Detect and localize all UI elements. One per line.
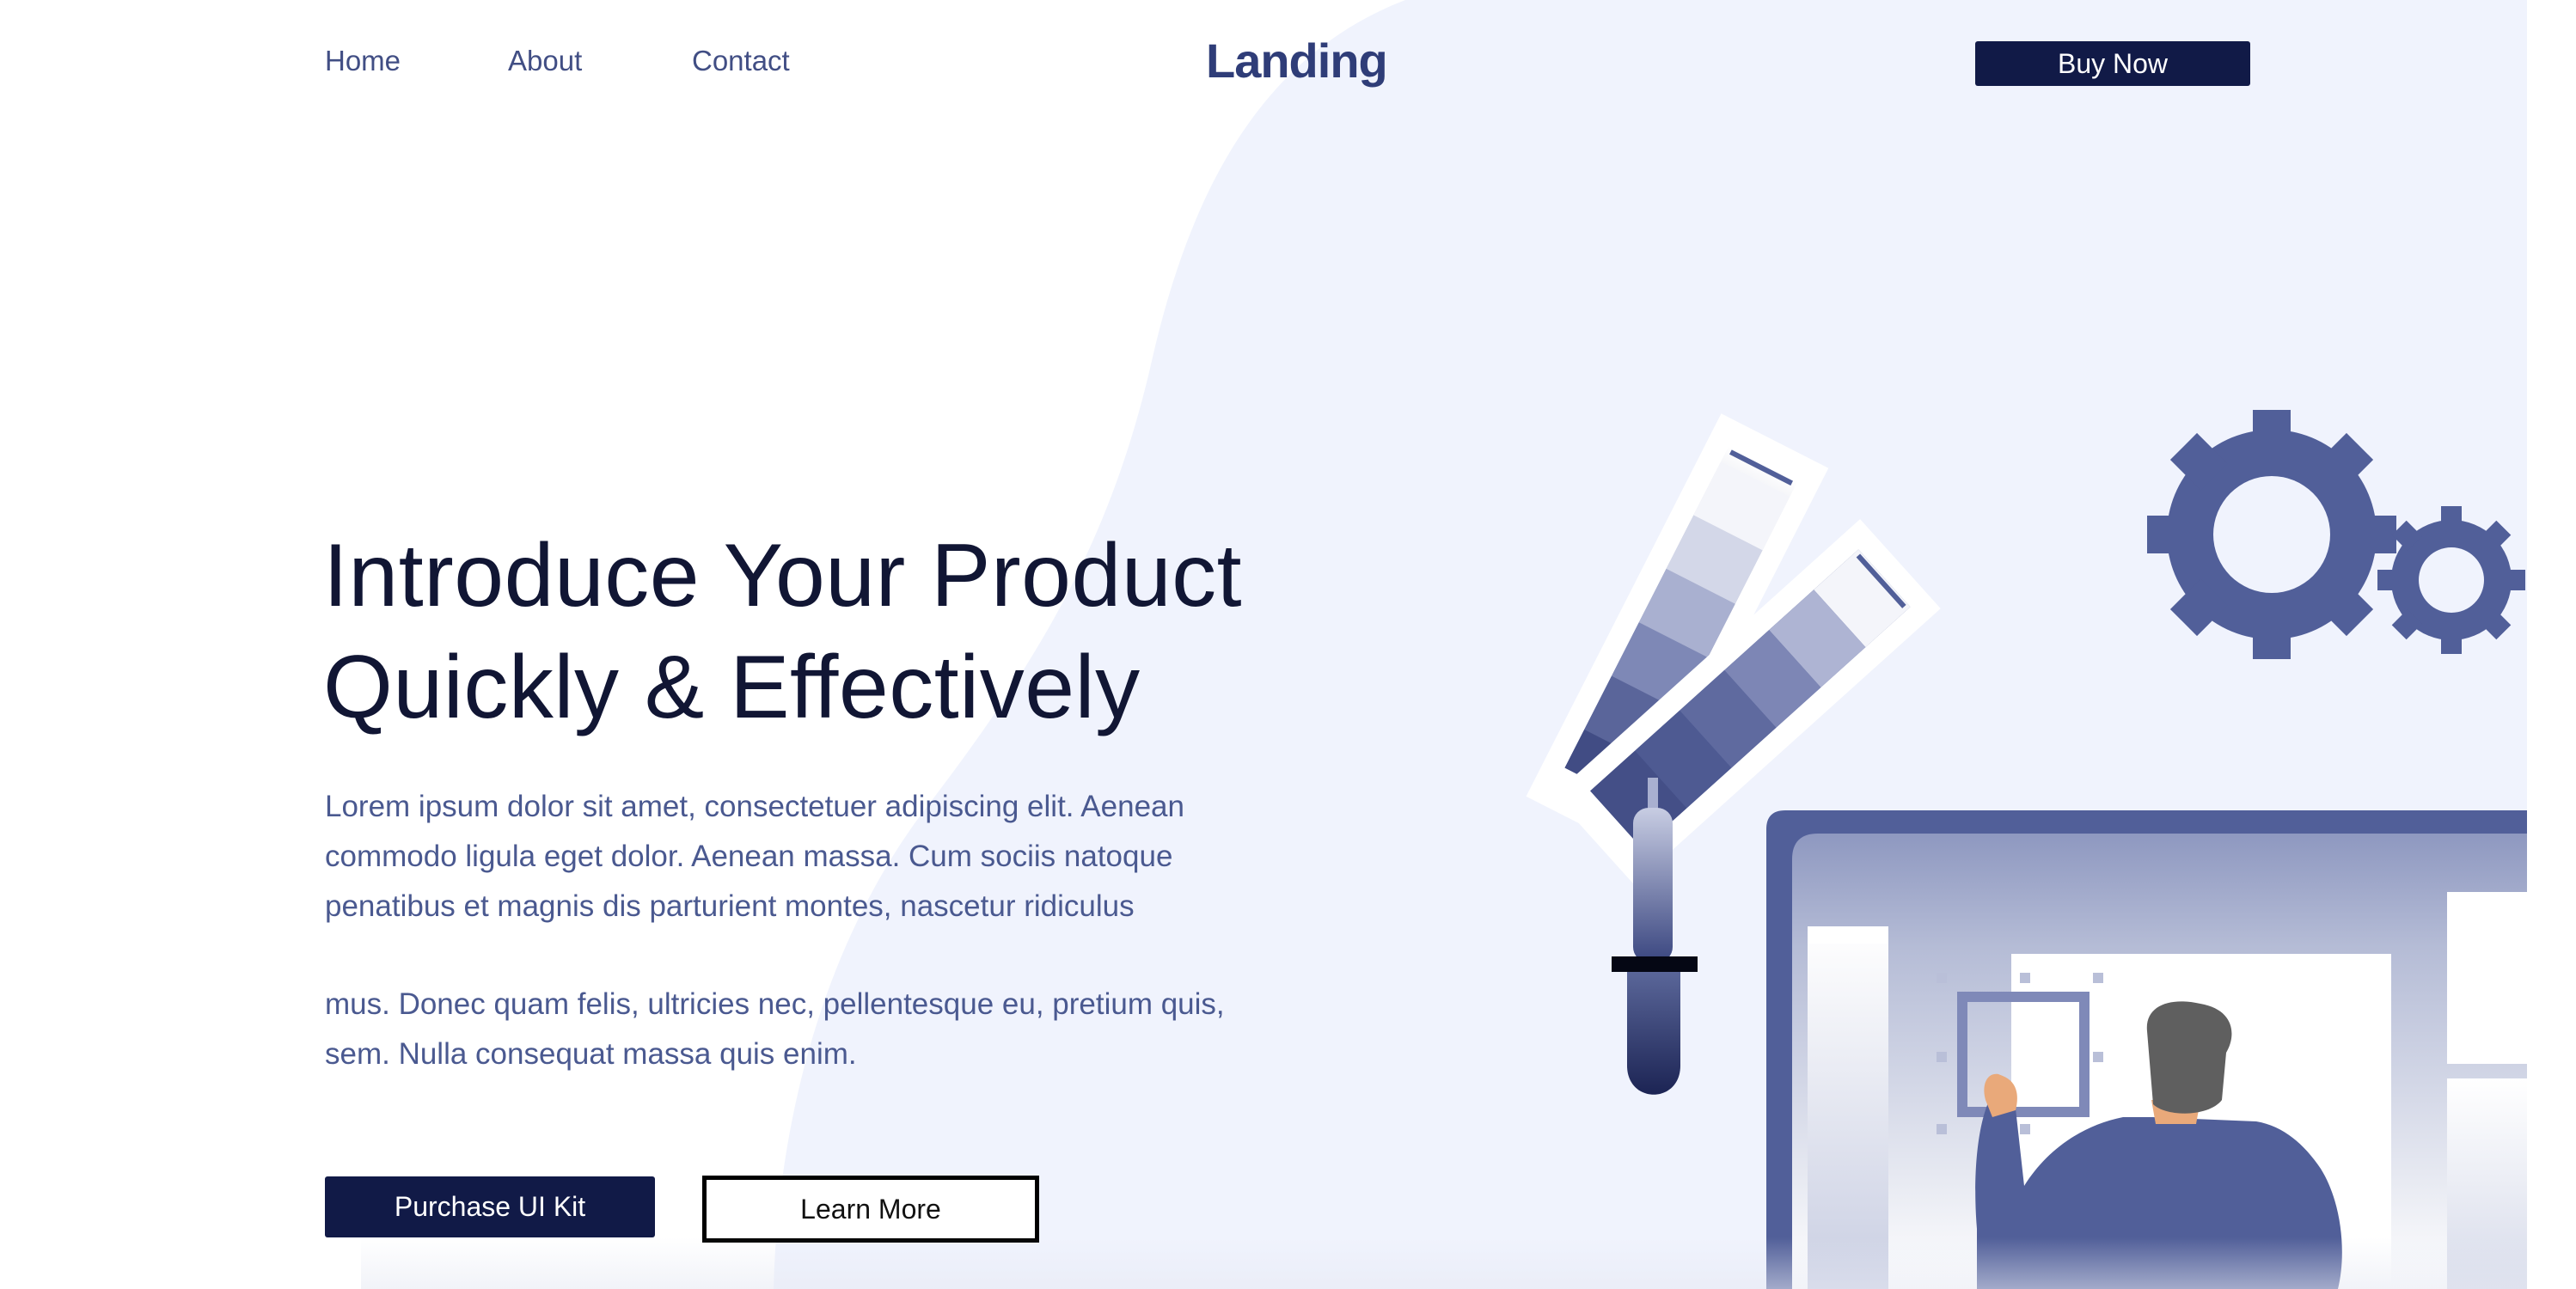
nav-link-about[interactable]: About xyxy=(508,45,582,77)
nav-link-contact[interactable]: Contact xyxy=(692,45,790,77)
logo[interactable]: Landing xyxy=(1206,33,1388,89)
buy-now-button[interactable]: Buy Now xyxy=(1975,41,2250,86)
learn-more-button[interactable]: Learn More xyxy=(702,1176,1039,1243)
hero-title-line-1: Introduce Your Product xyxy=(323,526,1243,626)
nav-link-home[interactable]: Home xyxy=(325,45,401,77)
gear-icon xyxy=(2147,410,2525,659)
hero-paragraph-1: Lorem ipsum dolor sit amet, consectetuer… xyxy=(325,790,1184,923)
page-edge xyxy=(2527,0,2576,1289)
hero-title: Introduce Your Product Quickly & Effecti… xyxy=(323,520,1242,743)
hero-paragraph-2: mus. Donec quam felis, ultricies nec, pe… xyxy=(325,987,1225,1071)
hero-title-line-2: Quickly & Effectively xyxy=(323,638,1141,737)
purchase-ui-kit-button[interactable]: Purchase UI Kit xyxy=(325,1176,655,1237)
